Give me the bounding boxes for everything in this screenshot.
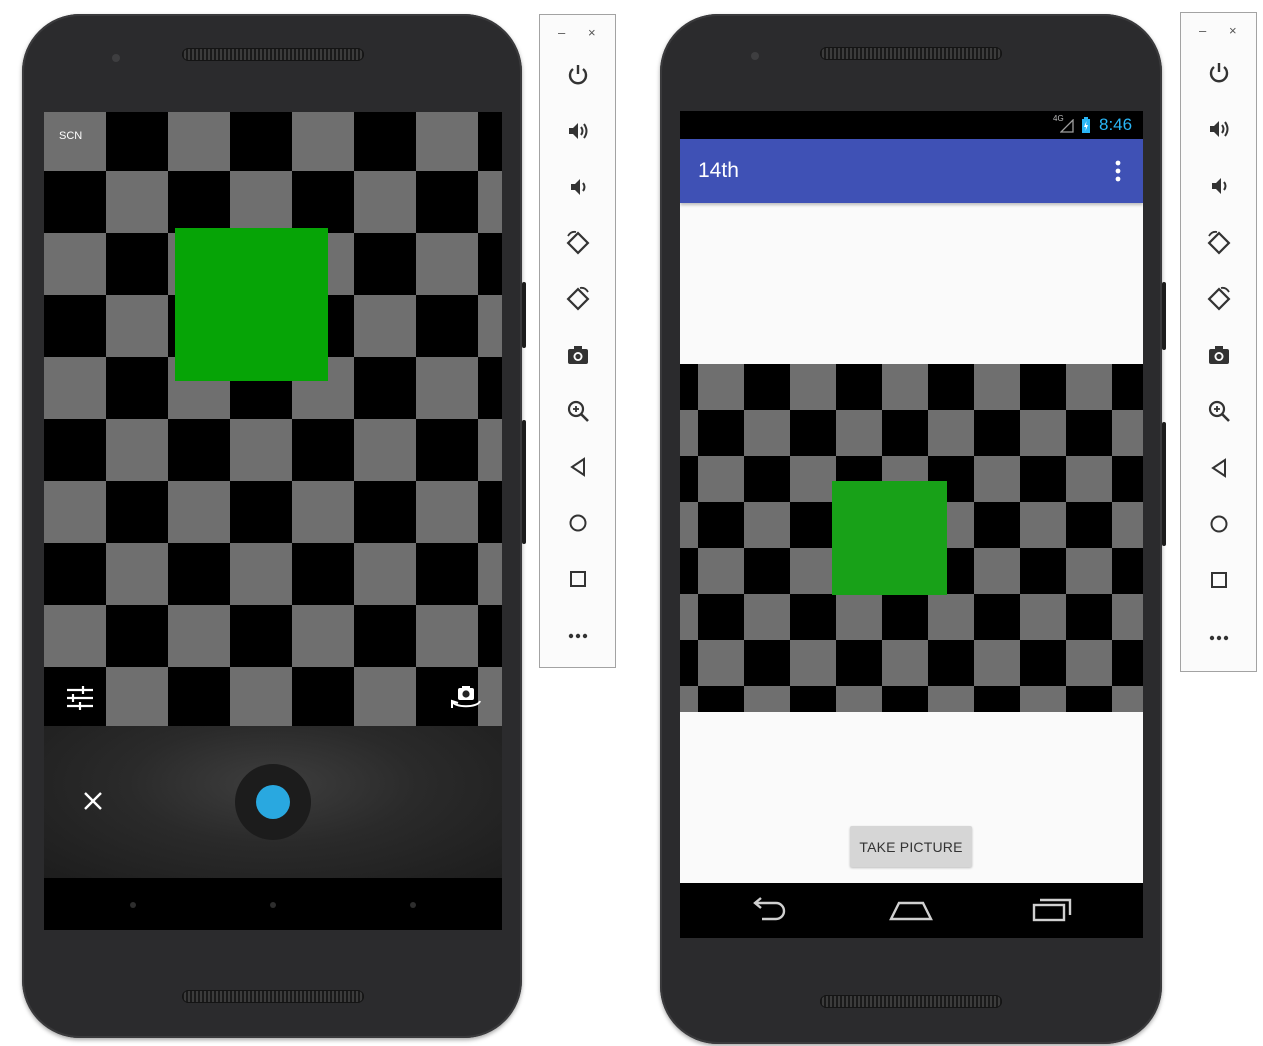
volume-down-button[interactable]: [1181, 166, 1256, 206]
rotate-right-icon: [566, 286, 589, 311]
overview-button[interactable]: [1181, 560, 1256, 600]
green-target-square: [175, 228, 328, 381]
camera-settings-button[interactable]: [64, 684, 96, 712]
back-icon: [1210, 458, 1226, 478]
power-icon: [568, 65, 587, 85]
shutter-button-icon: [256, 785, 290, 819]
camera-preview-checkerboard: [44, 112, 502, 726]
volume-down-icon: [1211, 178, 1226, 194]
home-button[interactable]: [540, 503, 615, 543]
volume-down-button[interactable]: [540, 167, 615, 207]
close-button[interactable]: ×: [1229, 23, 1237, 38]
shutter-button[interactable]: [235, 764, 311, 840]
nav-back-button[interactable]: [748, 897, 790, 923]
left-navigation-bar: [44, 878, 502, 930]
zoom-icon: [1208, 400, 1230, 422]
right-phone-volume-button: [1162, 422, 1166, 546]
left-phone-power-button: [522, 282, 526, 348]
home-icon: [889, 901, 933, 921]
signal-icon: [1060, 119, 1074, 133]
home-icon: [569, 514, 586, 532]
rotate-left-icon: [566, 230, 589, 255]
rotate-right-button[interactable]: [540, 279, 615, 319]
back-icon: [569, 457, 585, 477]
top-speaker-grille: [820, 47, 1002, 60]
status-bar: 4G 8:46: [680, 111, 1143, 139]
sliders-icon: [67, 686, 93, 710]
emulator-toolbar-right: – ×: [1180, 12, 1257, 672]
nav-dot-icon[interactable]: [410, 902, 416, 908]
scene-mode-label[interactable]: SCN: [59, 130, 82, 142]
overflow-menu-icon: [1115, 160, 1121, 182]
more-button[interactable]: [540, 615, 615, 655]
rotate-left-button[interactable]: [540, 223, 615, 263]
bottom-speaker-grille: [820, 995, 1002, 1008]
checker-fill: [44, 112, 502, 726]
screenshot-icon: [567, 346, 588, 364]
clock-label: 8:46: [1099, 115, 1133, 134]
volume-up-button[interactable]: [540, 111, 615, 151]
switch-camera-icon: [451, 686, 481, 708]
close-button[interactable]: ×: [588, 25, 596, 40]
overflow-menu-button[interactable]: [1108, 157, 1128, 185]
volume-up-button[interactable]: [1181, 109, 1256, 149]
back-icon: [753, 897, 786, 921]
zoom-icon: [567, 400, 589, 422]
overview-button[interactable]: [540, 559, 615, 599]
switch-camera-button[interactable]: [448, 684, 484, 714]
back-button[interactable]: [1181, 448, 1256, 488]
back-button[interactable]: [540, 447, 615, 487]
recents-icon: [1032, 898, 1072, 922]
overview-icon: [1210, 572, 1227, 588]
zoom-button[interactable]: [540, 391, 615, 431]
home-icon: [1210, 515, 1227, 533]
zoom-button[interactable]: [1181, 391, 1256, 431]
more-icon: [568, 633, 587, 639]
home-button[interactable]: [1181, 504, 1256, 544]
overview-icon: [569, 571, 586, 587]
power-button[interactable]: [540, 55, 615, 95]
nav-home-button[interactable]: [888, 897, 934, 923]
volume-up-icon: [568, 123, 587, 139]
volume-up-icon: [1209, 121, 1228, 137]
battery-icon: [1082, 117, 1090, 133]
nav-recents-button[interactable]: [1030, 895, 1074, 925]
rotate-right-button[interactable]: [1181, 279, 1256, 319]
power-icon: [1209, 63, 1228, 83]
minimize-button[interactable]: –: [558, 25, 565, 40]
top-speaker-grille: [182, 48, 364, 61]
minimize-button[interactable]: –: [1199, 23, 1206, 38]
screenshot-icon: [1208, 346, 1229, 364]
right-phone-power-button: [1162, 282, 1166, 350]
screenshot-button[interactable]: [1181, 335, 1256, 375]
captured-green-square: [832, 481, 947, 595]
bottom-speaker-grille: [182, 990, 364, 1003]
close-icon: [84, 792, 102, 810]
left-phone-screen: SCN: [44, 112, 502, 930]
app-title: 14th: [698, 159, 739, 182]
app-bar: 14th: [680, 139, 1143, 203]
rotate-left-button[interactable]: [1181, 223, 1256, 263]
rotate-left-icon: [1207, 230, 1230, 255]
cancel-button[interactable]: [78, 786, 108, 816]
nav-dot-icon[interactable]: [130, 902, 136, 908]
screenshot-button[interactable]: [540, 335, 615, 375]
rotate-right-icon: [1207, 286, 1230, 311]
front-camera-icon: [751, 52, 759, 60]
power-button[interactable]: [1181, 53, 1256, 93]
front-camera-icon: [112, 54, 120, 62]
emulator-toolbar-left: – ×: [539, 14, 616, 668]
more-button[interactable]: [1181, 617, 1256, 657]
more-icon: [1209, 635, 1228, 641]
take-picture-button[interactable]: TAKE PICTURE: [850, 826, 972, 867]
left-phone-volume-button: [522, 420, 526, 544]
right-navigation-bar: [680, 883, 1143, 938]
nav-dot-icon[interactable]: [270, 902, 276, 908]
right-phone-screen: 4G 8:46 14th TAKE PICTURE: [680, 111, 1143, 938]
volume-down-icon: [570, 179, 585, 195]
